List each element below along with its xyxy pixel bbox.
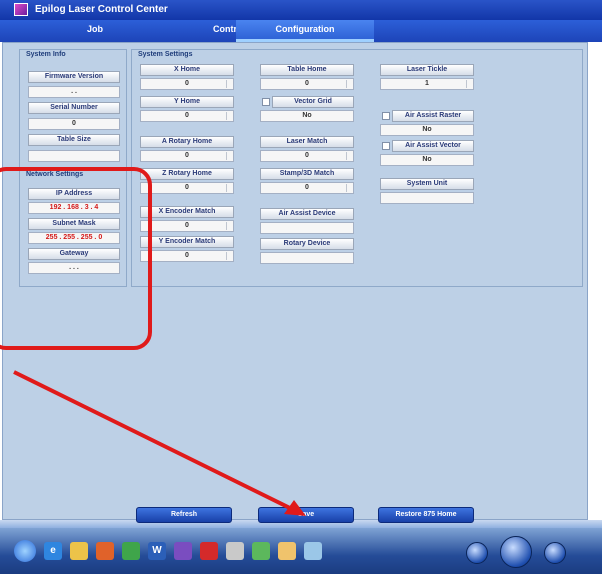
app-icon-4[interactable] [200,542,218,560]
application-window: Epilog Laser Control Center Job Control … [0,0,602,574]
app-icon-8[interactable] [304,542,322,560]
taskbar: e W [0,528,602,574]
pause-button-icon[interactable] [544,542,566,564]
start-orb-icon[interactable] [14,540,36,562]
arrow-line [13,370,299,514]
app-icon-5[interactable] [226,542,244,560]
word-icon[interactable]: W [148,542,166,560]
browser-icon[interactable]: e [44,542,62,560]
app-icon-3[interactable] [174,542,192,560]
app-icon-2[interactable] [122,542,140,560]
app-icon-1[interactable] [96,542,114,560]
annotation-arrow [13,370,306,516]
app-icon-7[interactable] [278,542,296,560]
app-icon-6[interactable] [252,542,270,560]
folder-icon[interactable] [70,542,88,560]
stop-button-icon[interactable] [466,542,488,564]
play-button-icon[interactable] [500,536,532,568]
